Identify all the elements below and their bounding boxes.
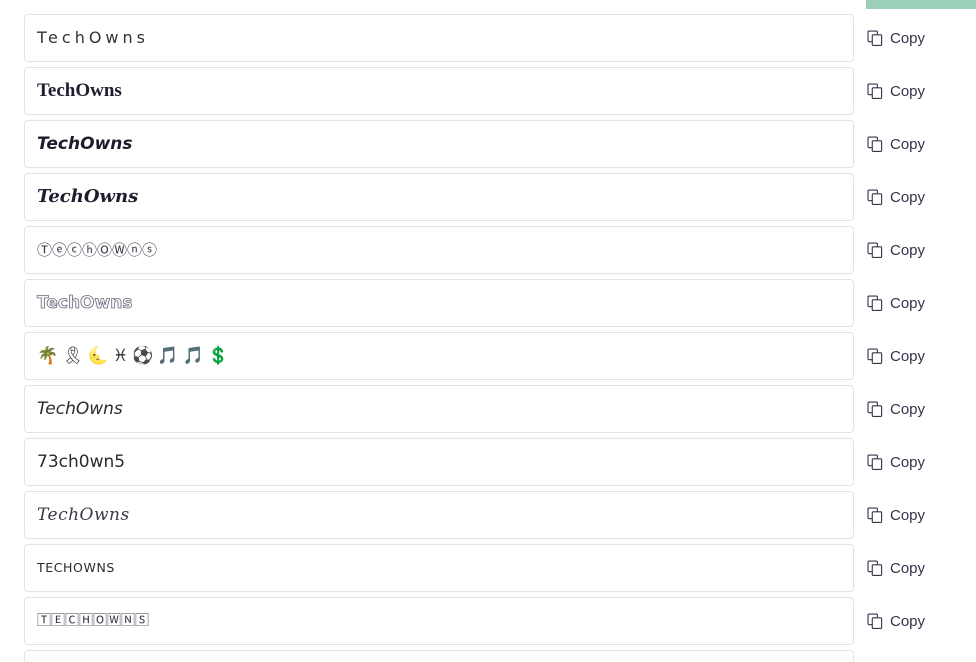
- font-result-row: ⓉⓔⓒⓗⓄⓌⓝⓢ Copy: [0, 226, 976, 274]
- font-result-row: TechOwns Copy: [0, 67, 976, 115]
- copy-button[interactable]: Copy: [867, 650, 925, 662]
- font-result-row: TechOwns Copy: [0, 120, 976, 168]
- copy-button-label: Copy: [890, 559, 926, 577]
- copy-button[interactable]: Copy: [867, 438, 925, 486]
- copy-icon: [867, 188, 884, 206]
- font-sample-text: 73ch0wn5: [37, 452, 126, 472]
- copy-button[interactable]: Copy: [867, 120, 925, 168]
- font-sample-text: TechOwns: [37, 186, 139, 207]
- font-result-row: 73ch0wn5 Copy: [0, 438, 976, 486]
- copy-icon: [867, 82, 884, 100]
- copy-button[interactable]: Copy: [867, 279, 925, 327]
- copy-icon: [867, 612, 884, 630]
- font-sample-box-spaced[interactable]: TechOwns: [24, 14, 854, 62]
- font-result-row: Copy: [0, 650, 976, 662]
- copy-button-label: Copy: [890, 135, 926, 153]
- font-sample-text: ⓉⓔⓒⓗⓄⓌⓝⓢ: [37, 241, 158, 259]
- font-result-row: TechOwns Copy: [0, 14, 976, 62]
- font-sample-text: TechOwns: [37, 399, 123, 419]
- font-results-list: TechOwns Copy TechOwns Copy TechOwns Copy Tech…: [0, 14, 976, 662]
- font-result-row: TECHOWNS Copy: [0, 544, 976, 592]
- font-result-row: TechOwns Copy: [0, 279, 976, 327]
- font-sample-text: TechOwns: [37, 80, 122, 101]
- font-sample-text: TechOwns: [37, 134, 133, 154]
- copy-button[interactable]: Copy: [867, 173, 925, 221]
- copy-button-label: Copy: [890, 188, 926, 206]
- copy-button[interactable]: Copy: [867, 597, 925, 645]
- copy-icon: [867, 347, 884, 365]
- font-result-row: 🅃🄴🄲🄷🄾🅆🄽🅂 Copy: [0, 597, 976, 645]
- copy-icon: [867, 453, 884, 471]
- font-sample-text: TECHOWNS: [37, 560, 115, 575]
- copy-button-label: Copy: [890, 400, 926, 418]
- copy-icon: [867, 559, 884, 577]
- font-sample-box-emoji[interactable]: 🌴🎗🌜♓⚽🎵🎵💲: [24, 332, 854, 380]
- copy-icon: [867, 294, 884, 312]
- copy-icon: [867, 135, 884, 153]
- copy-button-label: Copy: [890, 506, 926, 524]
- copy-button-label: Copy: [890, 347, 926, 365]
- copy-icon: [867, 400, 884, 418]
- font-result-row: TechOwns Copy: [0, 385, 976, 433]
- copy-icon: [867, 241, 884, 259]
- font-result-row: TechOwns Copy: [0, 173, 976, 221]
- font-sample-text: 🅃🄴🄲🄷🄾🅆🄽🅂: [37, 613, 149, 629]
- font-sample-box-outline[interactable]: TechOwns: [24, 279, 854, 327]
- copy-button-label: Copy: [890, 82, 926, 100]
- font-sample-box-small-caps[interactable]: TECHOWNS: [24, 544, 854, 592]
- copy-button[interactable]: Copy: [867, 491, 925, 539]
- copy-button[interactable]: Copy: [867, 385, 925, 433]
- copy-button-label: Copy: [890, 241, 926, 259]
- font-sample-box-script-bold[interactable]: TechOwns: [24, 173, 854, 221]
- copy-button[interactable]: Copy: [867, 544, 925, 592]
- copy-button[interactable]: Copy: [867, 332, 925, 380]
- font-sample-box-italic[interactable]: TechOwns: [24, 385, 854, 433]
- font-sample-text: 🌴🎗🌜♓⚽🎵🎵💲: [37, 346, 233, 366]
- font-sample-text: TechOwns: [37, 293, 133, 314]
- font-sample-text: TechOwns: [37, 28, 149, 47]
- font-sample-text: TechOwns: [37, 505, 130, 525]
- font-result-row: 🌴🎗🌜♓⚽🎵🎵💲 Copy: [0, 332, 976, 380]
- font-sample-box-circled[interactable]: ⓉⓔⓒⓗⓄⓌⓝⓢ: [24, 226, 854, 274]
- font-sample-box-calligraphy[interactable]: TechOwns: [24, 491, 854, 539]
- font-sample-box-leetspeak[interactable]: 73ch0wn5: [24, 438, 854, 486]
- accent-bar: [866, 0, 976, 9]
- copy-button[interactable]: Copy: [867, 67, 925, 115]
- font-result-row: TechOwns Copy: [0, 491, 976, 539]
- copy-button[interactable]: Copy: [867, 14, 925, 62]
- copy-icon: [867, 29, 884, 47]
- font-generator-results-page: TechOwns Copy TechOwns Copy TechOwns Copy Tech…: [0, 0, 976, 662]
- font-sample-box-squared[interactable]: 🅃🄴🄲🄷🄾🅆🄽🅂: [24, 597, 854, 645]
- font-sample-box-bold-italic[interactable]: TechOwns: [24, 120, 854, 168]
- font-sample-box-serif-bold[interactable]: TechOwns: [24, 67, 854, 115]
- copy-button-label: Copy: [890, 294, 926, 312]
- copy-icon: [867, 506, 884, 524]
- copy-button[interactable]: Copy: [867, 226, 925, 274]
- font-sample-box-partial-next[interactable]: [24, 650, 854, 662]
- copy-button-label: Copy: [890, 453, 926, 471]
- copy-button-label: Copy: [890, 29, 926, 47]
- copy-button-label: Copy: [890, 612, 926, 630]
